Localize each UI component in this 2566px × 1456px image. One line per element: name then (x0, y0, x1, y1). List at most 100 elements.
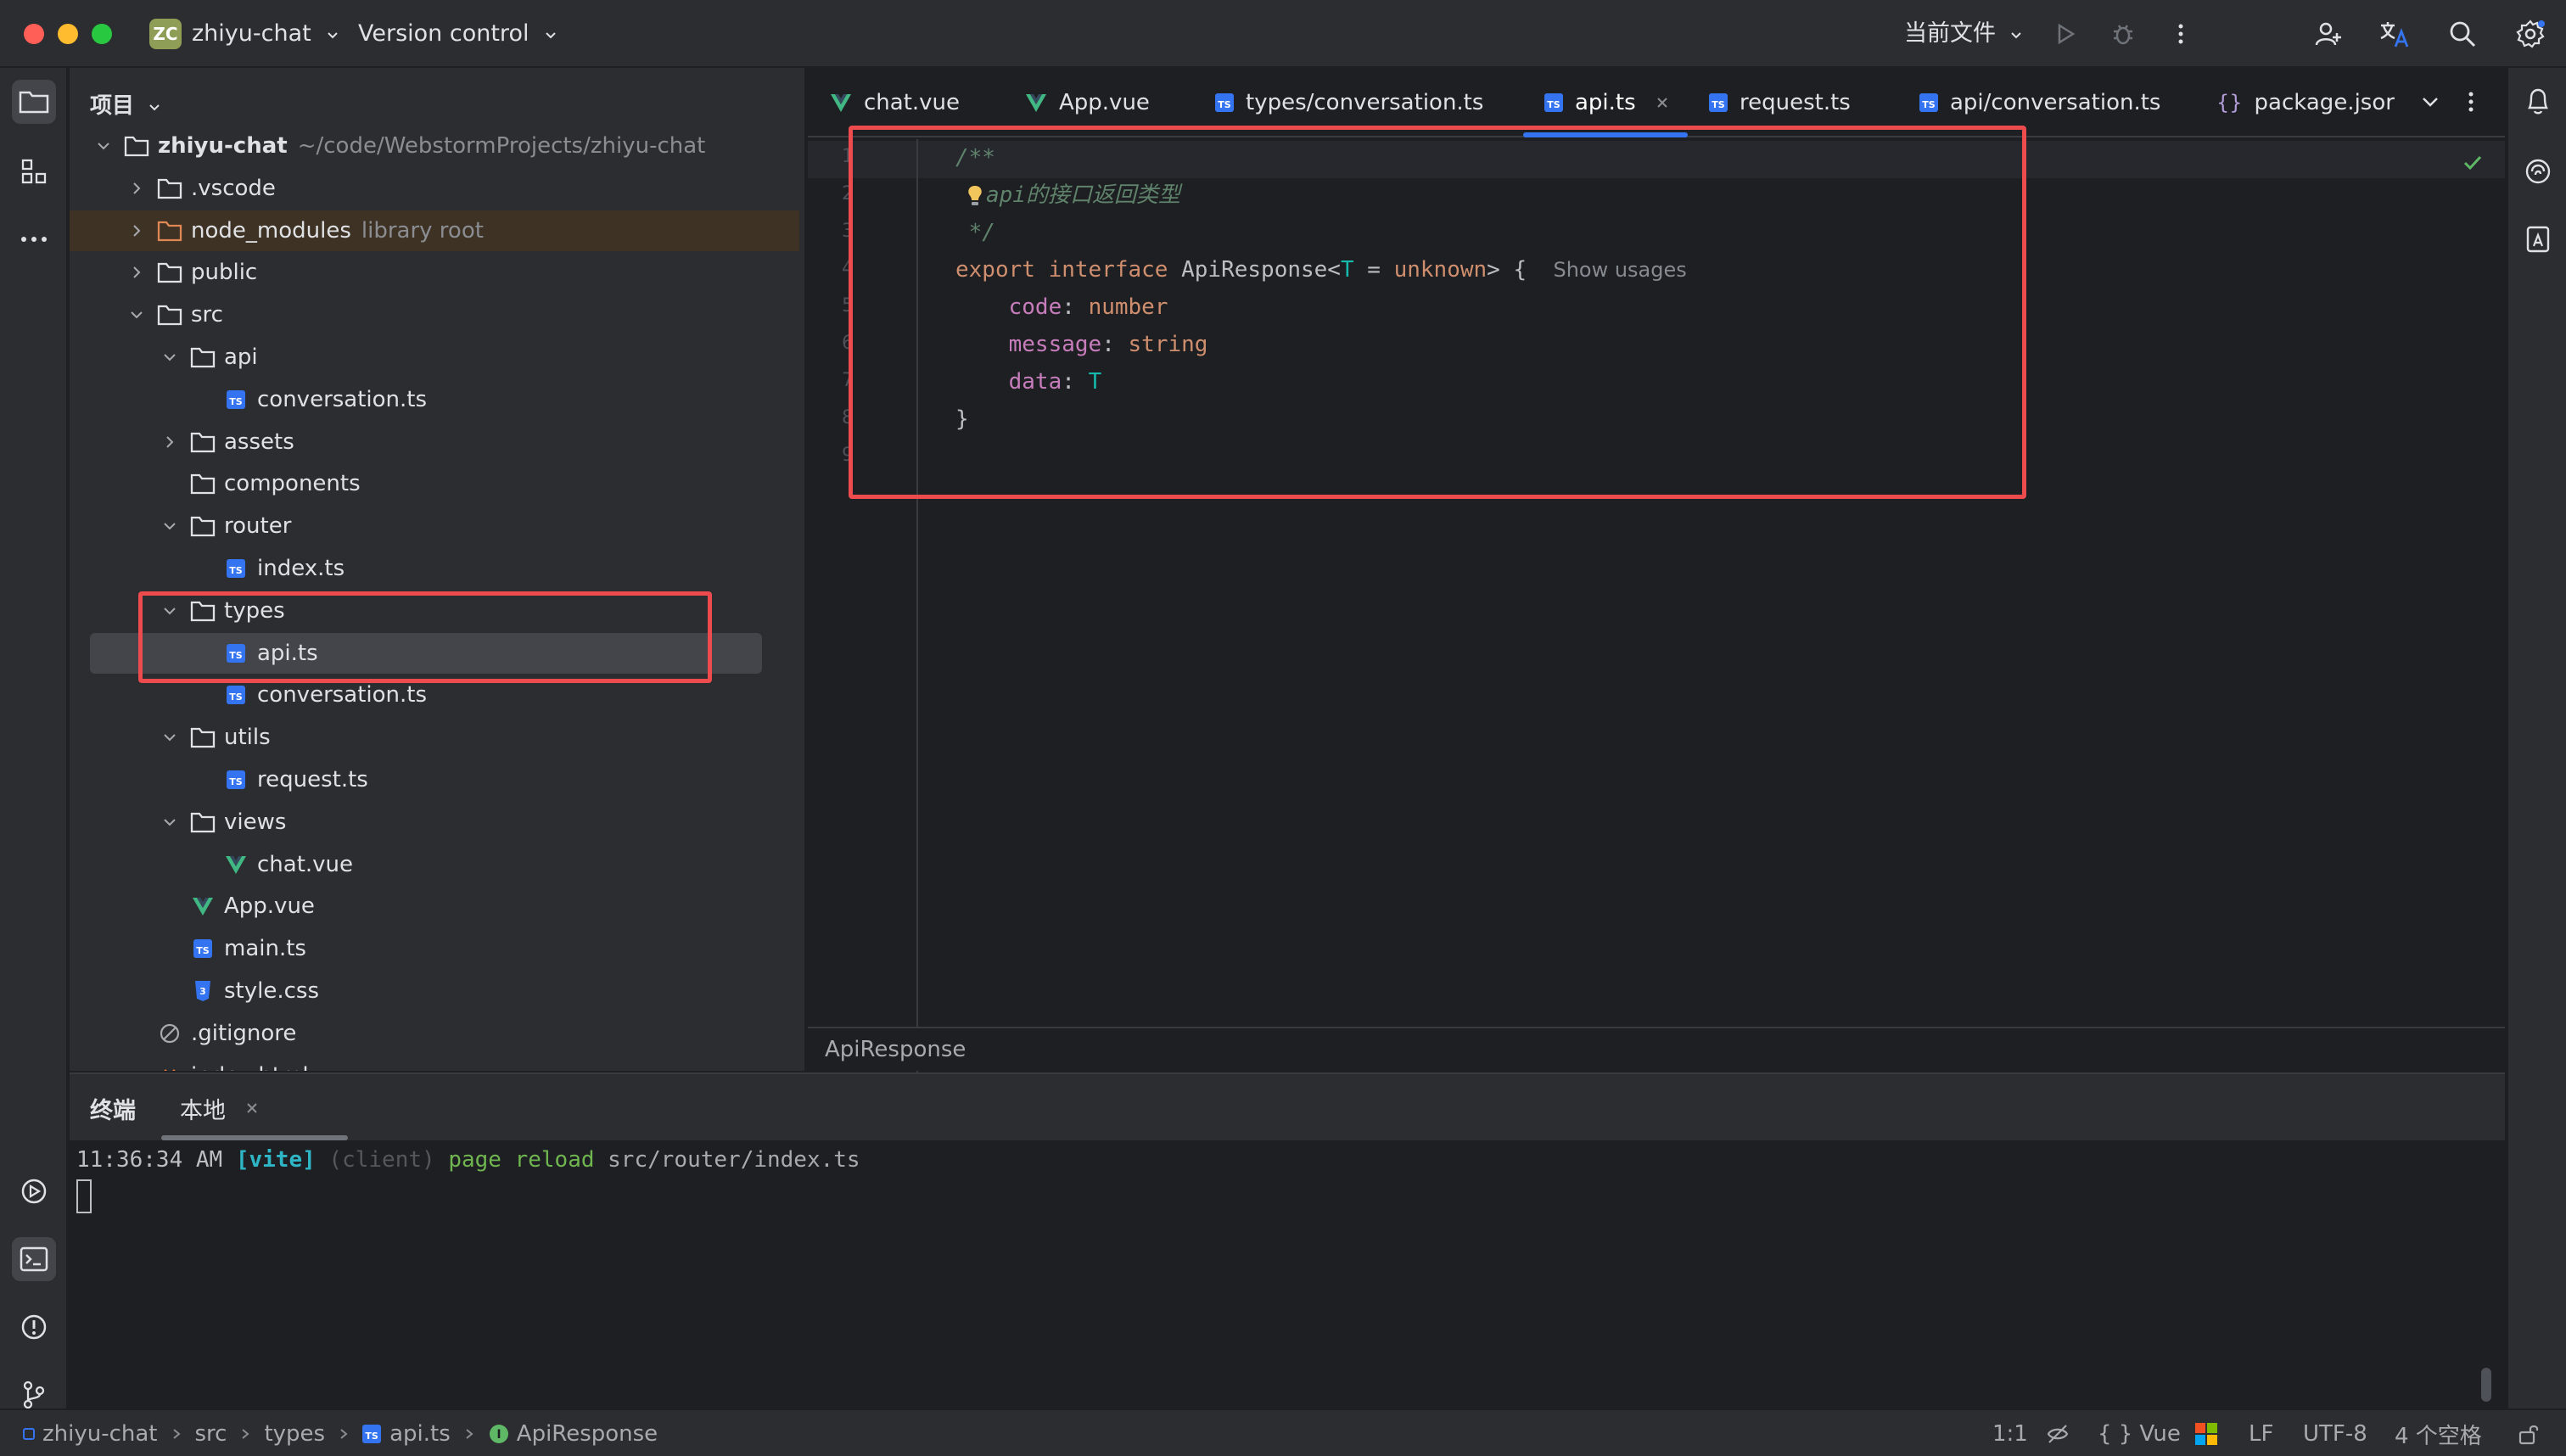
folder-icon (190, 809, 216, 835)
show-usages-hint[interactable]: Show usages (1553, 258, 1686, 282)
tree-item-router[interactable]: router (70, 506, 799, 546)
editor-tab-chat-vue[interactable]: chat.vue (830, 68, 960, 137)
tree-item-public[interactable]: public (70, 252, 799, 293)
terminal-scrollbar[interactable] (2481, 1368, 2491, 1402)
editor-tab-app-vue[interactable]: App.vue (1025, 68, 1150, 137)
crumb-symbol[interactable]: ApiResponse (517, 1421, 658, 1447)
tree-item-src[interactable]: src (70, 294, 799, 335)
tree-item-conversation-ts[interactable]: TS conversation.ts (70, 379, 799, 420)
close-icon[interactable] (244, 1100, 260, 1116)
ts-file-icon: TS (190, 936, 216, 961)
windows-logo-icon[interactable] (2194, 1410, 2218, 1456)
terminal-tool-icon[interactable] (12, 1237, 56, 1281)
tree-item-types[interactable]: types (70, 591, 799, 631)
chevron-down-icon[interactable] (161, 518, 178, 535)
tree-item-api-ts[interactable]: TS api.ts (70, 632, 799, 674)
search-icon[interactable] (2444, 15, 2481, 53)
tree-item-views[interactable]: views (70, 802, 799, 843)
chevron-down-icon[interactable] (95, 137, 112, 154)
lock-open-icon[interactable] (2517, 1410, 2541, 1456)
chevron-down-icon[interactable] (161, 349, 178, 366)
tree-item-assets[interactable]: assets (70, 422, 799, 462)
editor-tab-api-ts[interactable]: TS api.ts (1544, 68, 1670, 137)
lightbulb-icon[interactable] (966, 184, 984, 208)
tree-item-request-ts[interactable]: TS request.ts (70, 759, 799, 800)
chevron-right-icon[interactable] (128, 264, 145, 281)
tree-item-index-html[interactable]: index.html (70, 1056, 799, 1071)
code-with-me-icon[interactable] (2310, 15, 2347, 53)
chevron-down-icon[interactable] (161, 729, 178, 746)
run-icon[interactable] (2047, 15, 2084, 53)
chevron-right-icon[interactable] (128, 180, 145, 197)
translate-icon[interactable] (2376, 15, 2413, 53)
vcs-menu[interactable]: Version control (358, 19, 558, 49)
editor-breadcrumb[interactable]: ApiResponse (808, 1027, 2505, 1071)
translation-assistant-icon[interactable] (2516, 217, 2560, 261)
more-vertical-icon[interactable] (2162, 15, 2199, 53)
chevron-right-icon (340, 1429, 348, 1439)
vue-file-icon (223, 852, 249, 877)
close-window-button[interactable] (24, 24, 44, 44)
svg-text:I: I (496, 1428, 501, 1442)
indent-setting[interactable]: 4 个空格 (2395, 1410, 2482, 1456)
editor-tab-package-jsor[interactable]: {} package.jsor (2216, 68, 2395, 137)
tree-item-label: public (191, 260, 258, 286)
language-selector[interactable]: { } Vue (2098, 1410, 2181, 1456)
inspection-off-icon[interactable] (2045, 1410, 2070, 1456)
debug-icon[interactable] (2104, 15, 2142, 53)
tree-item-utils[interactable]: utils (70, 717, 799, 758)
project-badge[interactable]: ZC (149, 19, 182, 49)
problems-tool-icon[interactable] (12, 1305, 56, 1349)
project-switcher[interactable]: zhiyu-chat (192, 19, 340, 49)
terminal-cursor[interactable] (76, 1179, 92, 1213)
crumb-types[interactable]: types (264, 1421, 325, 1447)
tree-item-label: chat.vue (257, 851, 354, 877)
ai-assistant-icon[interactable] (2516, 149, 2560, 193)
project-tool-icon[interactable] (12, 80, 56, 124)
chevron-down-icon[interactable] (161, 814, 178, 831)
tree-item-api[interactable]: api (70, 337, 799, 378)
tree-item-index-ts[interactable]: TS index.ts (70, 548, 799, 589)
editor-tab-types-conversation-ts[interactable]: TS types/conversation.ts (1215, 68, 1483, 137)
crumb-project[interactable]: zhiyu-chat (42, 1421, 158, 1447)
project-panel-header[interactable]: 项目 (90, 88, 162, 120)
tree-item-app-vue[interactable]: App.vue (70, 886, 799, 927)
notifications-bell-icon[interactable] (2516, 80, 2560, 124)
editor-tab-request-ts[interactable]: TS request.ts (1709, 68, 1851, 137)
editor-tab-api-conversation-ts[interactable]: TS api/conversation.ts (1919, 68, 2160, 137)
services-tool-icon[interactable] (12, 1169, 56, 1213)
chevron-right-icon[interactable] (161, 434, 178, 451)
more-tools-icon[interactable] (12, 217, 56, 261)
caret-position[interactable]: 1:1 (1992, 1410, 2028, 1456)
crumb-file[interactable]: api.ts (389, 1421, 451, 1447)
chevron-down-icon[interactable] (2417, 88, 2444, 119)
line-separator[interactable]: LF (2249, 1410, 2273, 1456)
active-terminal-tab-indicator (161, 1135, 348, 1140)
chevron-down-icon[interactable] (161, 602, 178, 619)
tree-item-components[interactable]: components (70, 463, 799, 504)
run-config-selector[interactable]: 当前文件 (1904, 19, 2024, 49)
editor-area: chat.vue App.vue TS types/conversation.ts TS… (808, 68, 2505, 1100)
terminal-tab-local[interactable]: 本地 (180, 1074, 260, 1142)
chevron-right-icon[interactable] (128, 222, 145, 239)
tree-item-chat-vue[interactable]: chat.vue (70, 844, 799, 885)
line-number: 1 (842, 146, 854, 167)
no-problems-check-icon[interactable] (2461, 151, 2485, 178)
more-vertical-icon[interactable] (2457, 88, 2485, 119)
minimize-window-button[interactable] (58, 24, 78, 44)
tree-item-style-css[interactable]: 3 style.css (70, 971, 799, 1011)
tree-item-main-ts[interactable]: TS main.ts (70, 928, 799, 969)
maximize-window-button[interactable] (92, 24, 112, 44)
structure-tool-icon[interactable] (12, 149, 56, 193)
file-encoding[interactable]: UTF-8 (2303, 1410, 2367, 1456)
breadcrumb-symbol[interactable]: ApiResponse (825, 1037, 966, 1062)
tree-item-node-modules[interactable]: node_modules library root (70, 210, 799, 251)
tree-item--gitignore[interactable]: .gitignore (70, 1013, 799, 1054)
close-tab-icon[interactable] (1655, 95, 1670, 110)
chevron-down-icon[interactable] (128, 306, 145, 323)
settings-gear-icon[interactable] (2512, 15, 2549, 53)
tree-item--vscode[interactable]: .vscode (70, 168, 799, 209)
crumb-src[interactable]: src (195, 1421, 227, 1447)
tree-item-zhiyu-chat[interactable]: zhiyu-chat ~/code/WebstormProjects/zhiyu-… (70, 126, 799, 166)
tree-item-conversation-ts[interactable]: TS conversation.ts (70, 675, 799, 715)
